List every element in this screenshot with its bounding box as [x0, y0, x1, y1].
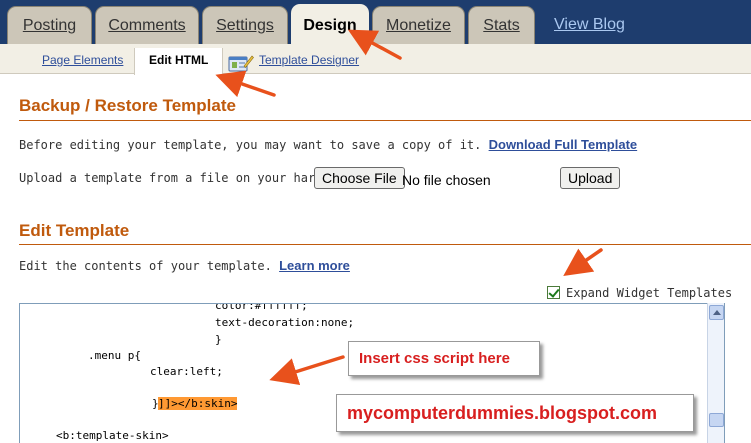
section-divider — [19, 120, 751, 121]
section-divider — [19, 244, 751, 245]
backup-restore-heading: Backup / Restore Template — [19, 96, 236, 115]
no-file-chosen-text: No file chosen — [402, 172, 491, 188]
tab-stats[interactable]: Stats — [468, 6, 535, 44]
tab-comments[interactable]: Comments — [95, 6, 199, 44]
edit-description: Edit the contents of your template. Lear… — [19, 258, 350, 273]
choose-file-button[interactable]: Choose File — [314, 167, 405, 189]
upload-button[interactable]: Upload — [560, 167, 621, 189]
expand-widget-templates-label: Expand Widget Templates — [566, 286, 733, 300]
site-watermark-callout: mycomputerdummies.blogspot.com — [336, 394, 694, 432]
tab-settings[interactable]: Settings — [202, 6, 288, 44]
sub-navigation: Page Elements Edit HTML Template Designe… — [0, 44, 751, 75]
tab-design[interactable]: Design — [291, 4, 369, 46]
arrow-to-expand-widgets — [563, 248, 603, 276]
scrollbar-thumb[interactable] — [709, 413, 724, 427]
scroll-up-icon[interactable] — [709, 305, 724, 320]
subtab-template-designer[interactable]: Template Designer — [259, 53, 359, 67]
code-line: } — [215, 333, 222, 346]
code-line: text-decoration:none; — [215, 316, 355, 329]
backup-description-text: Before editing your template, you may wa… — [19, 138, 482, 152]
code-line: <b:template-skin> — [56, 429, 169, 442]
top-navigation-bar: Posting Comments Settings Design Monetiz… — [0, 0, 751, 46]
editor-scrollbar[interactable] — [707, 303, 724, 443]
expand-widget-templates-checkbox[interactable] — [547, 286, 560, 299]
tab-posting[interactable]: Posting — [7, 6, 92, 44]
insert-css-callout: Insert css script here — [348, 341, 540, 376]
code-line: color:#ffffff; — [215, 303, 308, 312]
edit-template-heading: Edit Template — [19, 221, 130, 240]
tab-monetize[interactable]: Monetize — [372, 6, 465, 44]
arrow-to-edit-html — [215, 70, 276, 98]
highlighted-skin-close-tag: ]]></b:skin> — [158, 397, 238, 410]
view-blog-link[interactable]: View Blog — [554, 6, 625, 44]
code-line: clear:left; — [150, 365, 223, 378]
download-template-link[interactable]: Download Full Template — [489, 137, 638, 152]
learn-more-link[interactable]: Learn more — [279, 258, 350, 273]
edit-description-text: Edit the contents of your template. — [19, 259, 272, 273]
template-designer-icon[interactable] — [228, 54, 254, 72]
code-line: .menu p{ — [88, 349, 141, 362]
subtab-page-elements[interactable]: Page Elements — [42, 53, 123, 67]
subtab-edit-html[interactable]: Edit HTML — [134, 48, 224, 75]
backup-description: Before editing your template, you may wa… — [19, 137, 637, 152]
